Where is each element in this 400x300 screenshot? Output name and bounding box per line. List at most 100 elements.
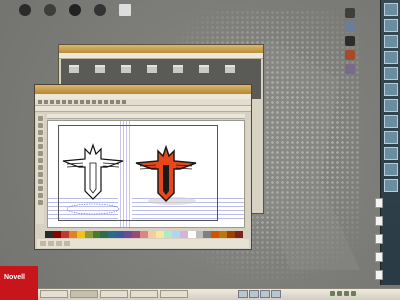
redo-icon[interactable]: [68, 100, 72, 104]
calligraphy-tool-icon[interactable]: [37, 179, 43, 184]
ungroup-icon[interactable]: [104, 100, 108, 104]
folder-icon[interactable]: [225, 65, 235, 73]
color-swatch[interactable]: [92, 231, 101, 238]
document-icon[interactable]: [375, 270, 383, 280]
workspace-thumb[interactable]: [383, 115, 398, 128]
color-swatch[interactable]: [84, 231, 93, 238]
workspace-thumb[interactable]: [238, 290, 248, 298]
launcher-firefox[interactable]: [41, 4, 59, 16]
zoom-field[interactable]: [64, 241, 70, 246]
workspace-thumb[interactable]: [260, 290, 270, 298]
workspace-thumb[interactable]: [383, 83, 398, 96]
color-palette[interactable]: [45, 231, 244, 238]
update-icon[interactable]: [344, 291, 349, 296]
fill-swatch[interactable]: [40, 241, 46, 246]
folder-icon[interactable]: [199, 65, 209, 73]
drawing-canvas[interactable]: [47, 120, 245, 228]
color-swatch[interactable]: [227, 231, 236, 238]
task-button[interactable]: [160, 290, 188, 298]
color-swatch[interactable]: [211, 231, 220, 238]
group-icon[interactable]: [98, 100, 102, 104]
undo-icon[interactable]: [62, 100, 66, 104]
new-icon[interactable]: [38, 100, 42, 104]
window-titlebar[interactable]: [35, 85, 251, 94]
network-icon[interactable]: [343, 22, 357, 32]
node-tool-icon[interactable]: [37, 123, 43, 128]
volume-icon[interactable]: [330, 291, 335, 296]
color-swatch[interactable]: [155, 231, 164, 238]
workspace-thumb[interactable]: [383, 179, 398, 192]
copy-icon[interactable]: [74, 100, 78, 104]
launcher-monitor[interactable]: [116, 4, 134, 16]
battery-icon[interactable]: [351, 291, 356, 296]
color-swatch[interactable]: [171, 231, 180, 238]
dropper-tool-icon[interactable]: [37, 200, 43, 205]
launcher-camera[interactable]: [91, 4, 109, 16]
zoom-icon[interactable]: [86, 100, 90, 104]
rect-tool-icon[interactable]: [37, 137, 43, 142]
save-icon[interactable]: [50, 100, 54, 104]
ellipse-tool-icon[interactable]: [37, 144, 43, 149]
main-menu-button[interactable]: Novell: [0, 266, 38, 300]
color-swatch[interactable]: [116, 231, 125, 238]
color-swatch[interactable]: [68, 231, 77, 238]
stroke-swatch[interactable]: [48, 241, 54, 246]
logo-outline[interactable]: [62, 143, 124, 200]
select-tool-icon[interactable]: [37, 116, 43, 121]
app-icon[interactable]: [343, 50, 357, 60]
clock[interactable]: [370, 290, 396, 298]
workspace-thumb[interactable]: [383, 35, 398, 48]
print-icon[interactable]: [56, 100, 60, 104]
color-swatch[interactable]: [124, 231, 133, 238]
workspace-thumb[interactable]: [383, 19, 398, 32]
window-titlebar[interactable]: [59, 45, 263, 53]
tool-controls-bar[interactable]: [35, 106, 251, 112]
star-tool-icon[interactable]: [37, 151, 43, 156]
layer-selector[interactable]: [56, 241, 62, 246]
color-swatch[interactable]: [163, 231, 172, 238]
network-status-icon[interactable]: [337, 291, 342, 296]
settings-icon[interactable]: [343, 64, 357, 74]
fill-icon[interactable]: [110, 100, 114, 104]
workspace-thumb[interactable]: [249, 290, 259, 298]
task-button[interactable]: [100, 290, 128, 298]
color-swatch[interactable]: [108, 231, 117, 238]
align-icon[interactable]: [122, 100, 126, 104]
vector-editor-window[interactable]: [34, 84, 252, 250]
color-swatch[interactable]: [219, 231, 228, 238]
document-icon[interactable]: [375, 234, 383, 244]
color-swatch[interactable]: [52, 231, 61, 238]
color-swatch[interactable]: [45, 231, 53, 238]
folder-icon[interactable]: [173, 65, 183, 73]
task-button[interactable]: [70, 290, 98, 298]
gradient-tool-icon[interactable]: [37, 193, 43, 198]
task-button[interactable]: [40, 290, 68, 298]
color-swatch[interactable]: [132, 231, 141, 238]
workspace-thumb[interactable]: [271, 290, 281, 298]
color-swatch[interactable]: [76, 231, 85, 238]
color-swatch[interactable]: [203, 231, 212, 238]
logo-colored[interactable]: [135, 144, 197, 205]
folder-icon[interactable]: [121, 65, 131, 73]
document-icon[interactable]: [375, 198, 383, 208]
color-swatch[interactable]: [140, 231, 148, 238]
color-swatch[interactable]: [179, 231, 188, 238]
workspace-thumb[interactable]: [383, 99, 398, 112]
workspace-pager[interactable]: [238, 290, 281, 298]
toolbox[interactable]: [36, 114, 44, 224]
color-swatch[interactable]: [147, 231, 156, 238]
color-swatch[interactable]: [195, 231, 204, 238]
terminal-icon[interactable]: [343, 36, 357, 46]
folder-icon[interactable]: [147, 65, 157, 73]
workspace-thumb[interactable]: [383, 131, 398, 144]
workspace-thumb[interactable]: [383, 147, 398, 160]
color-swatch[interactable]: [100, 231, 109, 238]
workspace-thumb[interactable]: [383, 51, 398, 64]
document-icon[interactable]: [375, 216, 383, 226]
launcher-computer[interactable]: [16, 4, 34, 16]
task-button[interactable]: [130, 290, 158, 298]
workspace-thumb[interactable]: [383, 67, 398, 80]
text-icon[interactable]: [116, 100, 120, 104]
color-swatch[interactable]: [187, 231, 196, 238]
drive-icon[interactable]: [343, 8, 357, 18]
